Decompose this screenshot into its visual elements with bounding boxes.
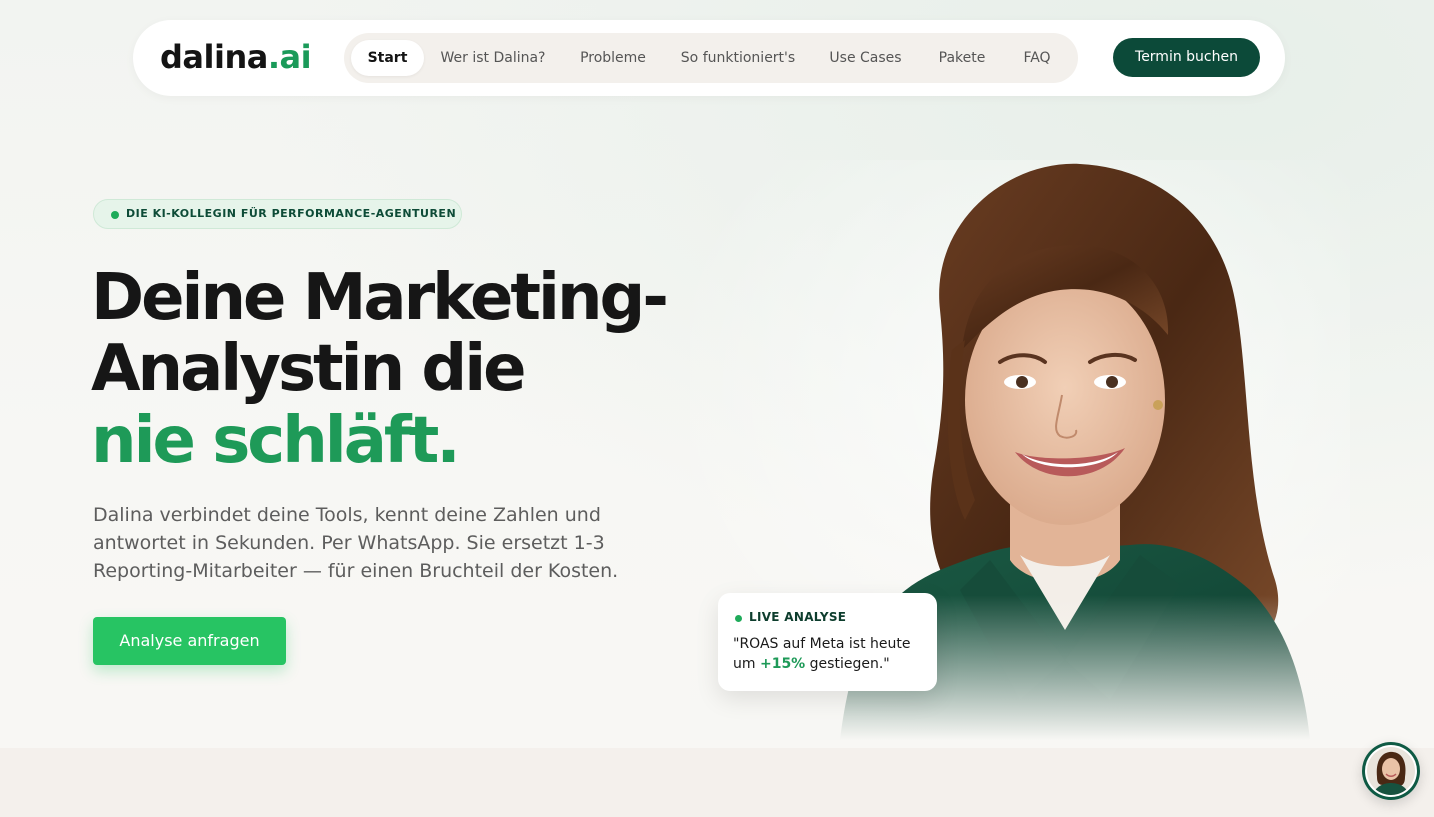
headline-line-2: Analystin die [91,332,527,406]
quote-highlight: +15% [759,656,806,672]
request-analysis-button[interactable]: Analyse anfragen [93,617,286,665]
avatar-icon [1365,745,1417,797]
live-analysis-quote: "ROAS auf Meta ist heute um +15% gestieg… [733,634,925,674]
headline-line-1: Deine Marketing- [91,261,669,335]
nav-item-faq[interactable]: FAQ [1010,40,1064,76]
badge-text: DIE KI-KOLLEGIN FÜR PERFORMANCE-AGENTURE… [126,207,457,220]
live-analysis-card: LIVE ANALYSE "ROAS auf Meta ist heute um… [718,593,937,691]
status-dot-icon [111,211,119,219]
nav-item-pakete[interactable]: Pakete [925,40,999,76]
tagline-badge: DIE KI-KOLLEGIN FÜR PERFORMANCE-AGENTURE… [93,199,462,229]
logo[interactable]: dalina.ai [160,38,312,76]
nav-item-so-funktionierts[interactable]: So funktioniert's [670,40,806,76]
nav-item-wer-ist-dalina[interactable]: Wer ist Dalina? [432,40,554,76]
nav-item-use-cases[interactable]: Use Cases [816,40,915,76]
hero-subtext: Dalina verbindet deine Tools, kennt dein… [93,504,619,582]
book-appointment-button[interactable]: Termin buchen [1113,38,1260,77]
status-dot-icon [735,615,742,622]
next-section [0,748,1434,817]
chat-avatar-button[interactable] [1362,742,1420,800]
quote-text-end: gestiegen." [805,656,890,672]
navbar: dalina.ai Start Wer ist Dalina? Probleme… [133,20,1285,96]
logo-main: dalina [160,38,268,76]
headline-line-3: nie schläft. [91,404,461,478]
nav-item-start[interactable]: Start [351,40,424,76]
live-analysis-label: LIVE ANALYSE [749,610,847,624]
nav-menu: Start Wer ist Dalina? Probleme So funkti… [344,33,1078,83]
logo-accent: .ai [267,38,312,76]
nav-item-probleme[interactable]: Probleme [566,40,660,76]
